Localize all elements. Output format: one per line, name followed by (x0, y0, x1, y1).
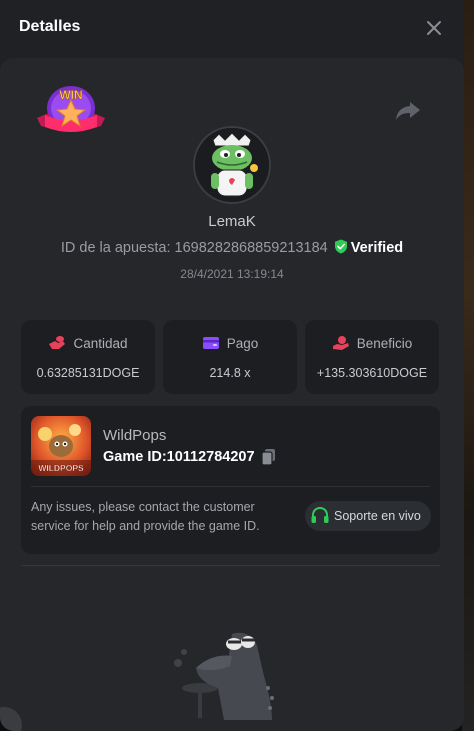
copy-button[interactable] (261, 448, 277, 466)
modal-header: Detalles (0, 0, 464, 58)
close-icon (427, 21, 441, 35)
share-icon (396, 102, 420, 120)
stat-value: +135.303610DOGE (316, 366, 428, 380)
section-divider (21, 565, 440, 566)
bet-id-row: ID de la apuesta: 1698282868859213184 Ve… (0, 239, 464, 256)
game-thumbnail[interactable]: WILDPOPS (31, 416, 91, 476)
copy-icon (261, 449, 275, 466)
stat-label: Pago (226, 336, 259, 351)
live-support-button[interactable]: Soporte en vivo (305, 501, 431, 531)
divider (31, 486, 430, 487)
share-button[interactable] (395, 100, 421, 122)
bet-id: ID de la apuesta: 1698282868859213184 (60, 240, 328, 256)
avatar (193, 126, 271, 204)
game-name[interactable]: WildPops (103, 427, 166, 444)
wallet-icon (202, 337, 219, 349)
live-support-label: Soporte en vivo (334, 509, 421, 523)
modal-title: Detalles (19, 18, 81, 35)
stat-label: Beneficio (356, 336, 413, 351)
headset-icon (311, 507, 329, 523)
stat-value: 214.8 x (209, 366, 251, 380)
thumb-text: WILDPOPS (38, 463, 84, 473)
timestamp: 28/4/2021 13:19:14 (180, 267, 284, 281)
stat-card-amount: Cantidad 0.63285131DOGE (21, 320, 155, 394)
stat-label: Cantidad (73, 336, 128, 351)
win-badge-icon: WIN (37, 86, 105, 132)
close-button[interactable] (422, 16, 446, 40)
stat-card-profit: Beneficio +135.303610DOGE (305, 320, 439, 394)
stat-value: 0.63285131DOGE (36, 366, 140, 380)
support-message: Any issues, please contact the customer … (31, 500, 260, 533)
hand-coin-icon (332, 336, 349, 350)
wildpops-thumbnail-icon: WILDPOPS (31, 416, 91, 476)
coins-icon (49, 336, 66, 349)
stat-head: Beneficio (305, 335, 439, 351)
stat-head: Cantidad (21, 335, 155, 351)
shield-check-icon (334, 239, 347, 254)
game-card: WILDPOPS WildPops Game ID:10112784207 An… (21, 406, 440, 554)
verified-label: Verified (350, 240, 404, 256)
crocodile-mascot-icon (174, 632, 274, 720)
details-modal: Detalles WIN LemaK ID de la apuesta: 169… (0, 0, 464, 731)
stat-card-payout: Pago 214.8 x (163, 320, 297, 394)
stat-head: Pago (163, 335, 297, 351)
username: LemaK (208, 213, 256, 230)
game-id: Game ID:10112784207 (103, 449, 255, 465)
badge-text: WIN (59, 88, 82, 102)
crocodile-avatar-icon (195, 128, 269, 202)
